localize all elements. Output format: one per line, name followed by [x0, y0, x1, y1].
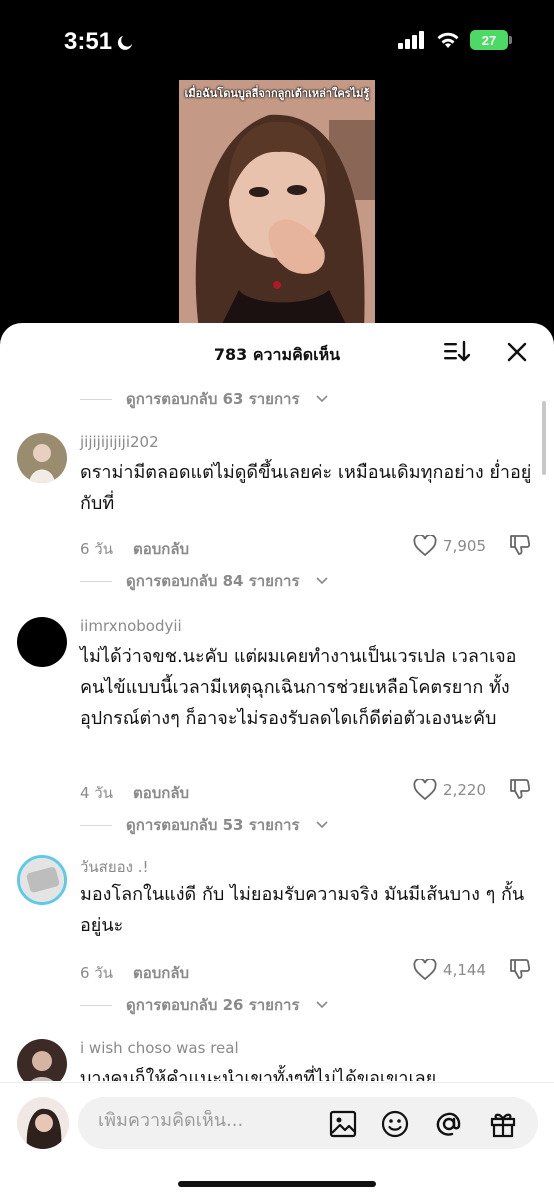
battery-level: 27: [481, 32, 497, 48]
signal-icon: [398, 31, 424, 49]
gift-icon[interactable]: [488, 1109, 518, 1139]
image-icon[interactable]: [328, 1109, 358, 1139]
reply-button[interactable]: ตอบกลับ: [133, 537, 189, 561]
dislike-icon[interactable]: [508, 957, 532, 981]
comment-meta: 6 วัน ตอบกลับ: [80, 961, 189, 985]
comment-text: มองโลกในแง่ดี กับ ไม่ยอมรับความจริง มันม…: [80, 884, 525, 936]
avatar[interactable]: [17, 617, 67, 667]
comment-username[interactable]: iimrxnobodyii: [80, 617, 182, 635]
dislike-icon[interactable]: [508, 777, 532, 801]
emoji-icon[interactable]: [380, 1109, 410, 1139]
comment-meta: 4 วัน ตอบกลับ: [80, 781, 189, 805]
divider-line: [80, 398, 112, 400]
status-icons: 27: [398, 30, 512, 50]
divider-line: [80, 1004, 112, 1006]
view-replies-button[interactable]: ดูการตอบกลับ 26 รายการ: [80, 993, 328, 1017]
comment-time: 6 วัน: [80, 964, 113, 982]
comment-time: 4 วัน: [80, 784, 113, 802]
chevron-down-icon: [315, 577, 328, 585]
reply-button[interactable]: ตอบกลับ: [133, 781, 189, 805]
scrollbar[interactable]: [542, 401, 546, 475]
comment-count-title: 783 ความคิดเห็น: [213, 345, 341, 364]
video-frame: [179, 80, 375, 330]
view-replies-label: ดูการตอบกลับ 26 รายการ: [126, 996, 300, 1014]
close-icon[interactable]: [506, 341, 528, 363]
reply-button[interactable]: ตอบกลับ: [133, 961, 189, 985]
heart-icon: [413, 779, 437, 801]
wifi-icon: [437, 32, 459, 48]
video-caption: เมื่อฉันโดนบูลลี่จากลูกเต้าเหล่าใครไม่รู…: [184, 87, 370, 100]
comment-composer: [0, 1082, 554, 1200]
sort-icon[interactable]: [444, 340, 470, 364]
view-replies-button[interactable]: ดูการตอบกลับ 53 รายการ: [80, 813, 328, 837]
moon-icon: [117, 35, 133, 50]
video-player[interactable]: เมื่อฉันโดนบูลลี่จากลูกเต้าเหล่าใครไม่รู…: [179, 80, 375, 330]
battery-icon: 27: [470, 30, 512, 50]
view-replies-label: ดูการตอบกลับ 84 รายการ: [126, 572, 300, 590]
home-indicator: [178, 1181, 376, 1187]
chevron-down-icon: [315, 395, 328, 403]
mention-icon[interactable]: [434, 1109, 464, 1139]
comment-username[interactable]: วันสยอง .!: [80, 855, 149, 879]
comment-time: 6 วัน: [80, 540, 113, 558]
dislike-icon[interactable]: [508, 533, 532, 557]
view-replies-button[interactable]: ดูการตอบกลับ 63 รายการ: [80, 387, 328, 411]
heart-icon: [413, 959, 437, 981]
heart-icon: [413, 535, 437, 557]
chevron-down-icon: [315, 821, 328, 829]
avatar[interactable]: [17, 433, 67, 483]
comment-input[interactable]: [98, 1110, 318, 1131]
view-replies-button[interactable]: ดูการตอบกลับ 84 รายการ: [80, 569, 328, 593]
like-button[interactable]: 7,905: [413, 535, 486, 557]
comment-text: ไม่ได้ว่าจขช.นะคับ แต่ผมเคยทำงานเป็นเวรเ…: [80, 646, 517, 729]
comment-text: บางคนก็ให้คำแนะนำเขาทั้งๆที่ไม่ได้ขอเขาเ…: [80, 1068, 437, 1081]
divider-line: [80, 580, 112, 582]
comment-meta: 6 วัน ตอบกลับ: [80, 537, 189, 561]
chevron-down-icon: [315, 1001, 328, 1009]
avatar[interactable]: [17, 1039, 67, 1081]
status-bar: 3:51 27: [0, 0, 554, 84]
like-count: 7,905: [443, 537, 486, 555]
comment-input-pill: [78, 1097, 538, 1149]
view-replies-label: ดูการตอบกลับ 53 รายการ: [126, 816, 300, 834]
comment-list[interactable]: ดูการตอบกลับ 63 รายการ jijijijijiji202 ด…: [0, 381, 554, 1081]
like-button[interactable]: 4,144: [413, 959, 486, 981]
like-button[interactable]: 2,220: [413, 779, 486, 801]
like-count: 2,220: [443, 781, 486, 799]
like-count: 4,144: [443, 961, 486, 979]
comments-sheet: 783 ความคิดเห็น ดูการตอบกลับ 63 รายการ j…: [0, 323, 554, 1200]
sheet-header: 783 ความคิดเห็น: [0, 323, 554, 381]
comment-username[interactable]: i wish choso was real: [80, 1039, 239, 1057]
comment-username[interactable]: jijijijijiji202: [80, 433, 159, 451]
avatar[interactable]: [17, 855, 67, 905]
status-time: 3:51: [64, 28, 134, 56]
divider-line: [80, 824, 112, 826]
view-replies-label: ดูการตอบกลับ 63 รายการ: [126, 390, 300, 408]
my-avatar: [17, 1097, 69, 1149]
comment-text: ดราม่ามีตลอดแต่ไม่ดูดีขึ้นเลยค่ะ เหมือนเ…: [80, 462, 532, 514]
clock-label: 3:51: [64, 28, 113, 55]
